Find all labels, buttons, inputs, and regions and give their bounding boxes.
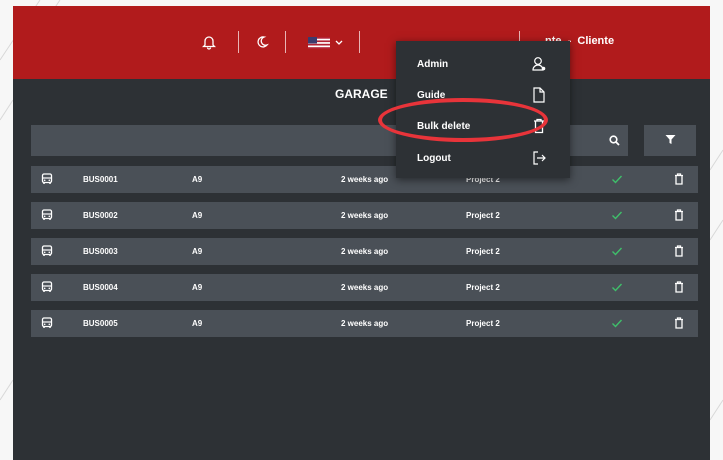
row-model: A9 bbox=[192, 319, 203, 328]
table-row[interactable]: BUS0001 A9 2 weeks ago Project 2 bbox=[31, 166, 698, 193]
document-icon bbox=[532, 87, 546, 108]
trash-icon[interactable] bbox=[674, 317, 684, 331]
bell-icon[interactable] bbox=[200, 31, 218, 53]
row-time: 2 weeks ago bbox=[341, 319, 389, 328]
row-model: A9 bbox=[192, 247, 203, 256]
row-model: A9 bbox=[192, 211, 203, 220]
row-model: A9 bbox=[192, 283, 203, 292]
row-time: 2 weeks ago bbox=[341, 247, 389, 256]
table-row[interactable]: BUS0004 A9 2 weeks ago Project 2 bbox=[31, 274, 698, 301]
trash-icon[interactable] bbox=[674, 173, 684, 187]
menu-item-label: Logout bbox=[417, 153, 451, 164]
us-flag-icon bbox=[307, 36, 330, 49]
table-row[interactable]: BUS0002 A9 2 weeks ago Project 2 bbox=[31, 202, 698, 229]
top-header: nte - Cliente bbox=[13, 6, 710, 79]
bus-icon bbox=[41, 281, 53, 295]
check-icon bbox=[611, 317, 623, 331]
check-icon bbox=[611, 245, 623, 259]
check-icon bbox=[611, 173, 623, 187]
row-id: BUS0002 bbox=[83, 211, 118, 220]
filter-icon bbox=[665, 132, 676, 150]
search-icon[interactable] bbox=[601, 125, 628, 156]
chevron-down-icon bbox=[335, 33, 343, 51]
moon-icon[interactable] bbox=[253, 31, 271, 53]
menu-item-logout[interactable]: Logout bbox=[396, 144, 570, 174]
row-project: Project 2 bbox=[466, 283, 500, 292]
bus-icon bbox=[41, 173, 53, 187]
row-project: Project 2 bbox=[466, 319, 500, 328]
header-divider bbox=[359, 31, 360, 53]
table-row[interactable]: BUS0003 A9 2 weeks ago Project 2 bbox=[31, 238, 698, 265]
header-divider bbox=[285, 31, 286, 53]
bus-icon bbox=[41, 245, 53, 259]
row-project: Project 2 bbox=[466, 247, 500, 256]
page-title: GARAGE bbox=[335, 87, 388, 101]
bus-icon bbox=[41, 209, 53, 223]
user-icon bbox=[532, 56, 546, 77]
table-row[interactable]: BUS0005 A9 2 weeks ago Project 2 bbox=[31, 310, 698, 337]
trash-icon[interactable] bbox=[674, 209, 684, 223]
bus-icon bbox=[41, 317, 53, 331]
row-id: BUS0001 bbox=[83, 175, 118, 184]
row-time: 2 weeks ago bbox=[341, 175, 389, 184]
row-time: 2 weeks ago bbox=[341, 283, 389, 292]
row-project: Project 2 bbox=[466, 211, 500, 220]
check-icon bbox=[611, 281, 623, 295]
header-divider bbox=[238, 31, 239, 53]
row-id: BUS0004 bbox=[83, 283, 118, 292]
language-selector[interactable] bbox=[305, 31, 345, 53]
trash-icon[interactable] bbox=[674, 245, 684, 259]
highlight-annotation bbox=[378, 98, 548, 142]
logout-icon bbox=[532, 150, 546, 171]
row-model: A9 bbox=[192, 175, 203, 184]
app-window: nte - Cliente GARAGE BUS0001 A9 2 weeks … bbox=[13, 6, 710, 460]
filter-button[interactable] bbox=[644, 125, 696, 156]
trash-icon[interactable] bbox=[674, 281, 684, 295]
check-icon bbox=[611, 209, 623, 223]
menu-item-label: Admin bbox=[417, 59, 449, 70]
row-id: BUS0003 bbox=[83, 247, 118, 256]
row-id: BUS0005 bbox=[83, 319, 118, 328]
row-time: 2 weeks ago bbox=[341, 211, 389, 220]
menu-item-admin[interactable]: Admin bbox=[396, 50, 570, 80]
